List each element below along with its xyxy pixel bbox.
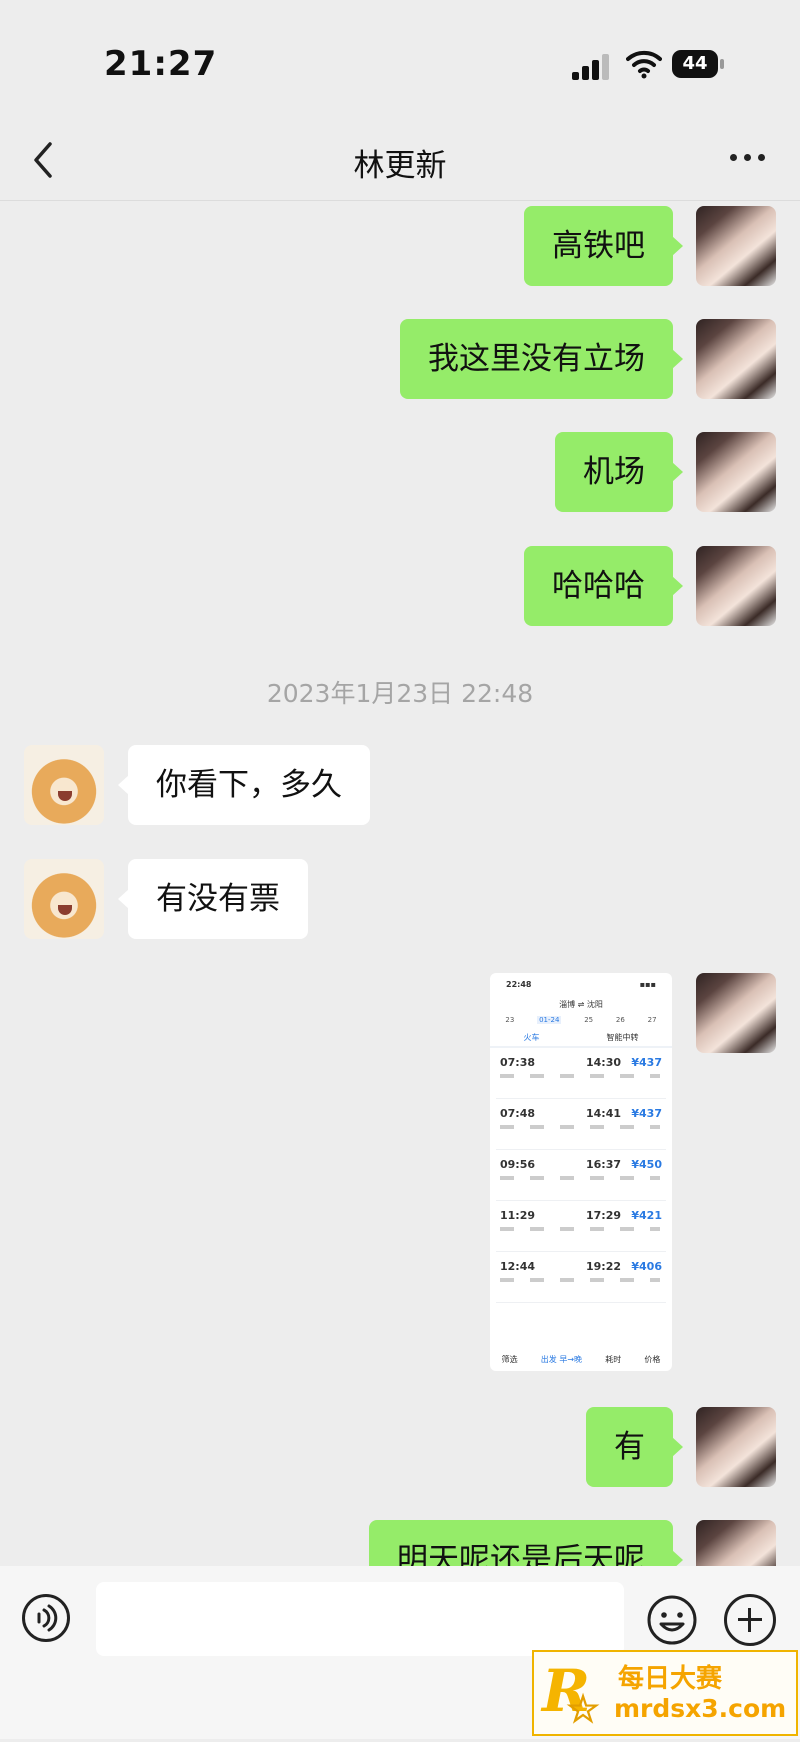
image-message[interactable]: 22:48 ▪▪▪ 淄博 ⇌ 沈阳 23 01-24 25 26 27 火车 智… — [490, 973, 672, 1371]
chat-header: 林更新 — [0, 120, 800, 201]
shot-arrive: 14:30 — [586, 1056, 622, 1069]
shot-tab: 火车 — [523, 1033, 540, 1042]
shot-arrive: 19:22 — [586, 1260, 622, 1273]
avatar[interactable] — [696, 206, 776, 286]
shot-train-row: 11:29 17:29 ¥421 — [496, 1205, 666, 1252]
battery-icon: 44 — [672, 50, 724, 78]
shot-price: ¥437 — [631, 1107, 662, 1120]
status-time: 21:27 — [104, 44, 218, 84]
shot-train-row: 12:44 19:22 ¥406 — [496, 1256, 666, 1303]
message-bubble[interactable]: 哈哈哈 — [524, 546, 683, 626]
shot-train-row: 09:56 16:37 ¥450 — [496, 1154, 666, 1201]
shot-tab: 智能中转 — [606, 1033, 639, 1042]
emoji-icon[interactable] — [646, 1594, 698, 1646]
plus-icon[interactable] — [724, 1594, 776, 1646]
shot-details — [500, 1278, 660, 1282]
avatar[interactable] — [696, 973, 776, 1053]
message-bubble[interactable]: 机场 — [555, 432, 683, 512]
message-bubble[interactable]: 明天呢还是后天呢 — [369, 1520, 683, 1566]
shot-details — [500, 1176, 660, 1180]
shot-date: 25 — [584, 1016, 594, 1024]
status-bar: 21:27 44 — [0, 0, 800, 120]
shot-status-bar: 22:48 ▪▪▪ — [490, 973, 672, 995]
chat-title: 林更新 — [353, 148, 447, 184]
shot-train-row: 07:48 14:41 ¥437 — [496, 1103, 666, 1150]
message-timestamp: 2023年1月23日 22:48 — [266, 679, 534, 708]
shot-bottom-tab: 出发 早→晚 — [540, 1355, 583, 1364]
shot-bottom-bar: 筛选 出发 早→晚 耗时 价格 — [490, 1354, 672, 1365]
wifi-icon — [626, 50, 662, 79]
more-icon[interactable] — [726, 144, 796, 174]
shot-date-strip: 23 01-24 25 26 27 — [490, 1014, 672, 1026]
shot-signal-icon: ▪▪▪ — [639, 979, 656, 989]
shot-price: ¥406 — [631, 1260, 662, 1273]
shot-bottom-tab: 筛选 — [501, 1355, 518, 1364]
watermark-url: mrdsx3.com — [614, 1694, 787, 1723]
message-bubble[interactable]: 你看下，多久 — [118, 745, 370, 825]
shot-date: 01-24 — [537, 1016, 562, 1024]
shot-depart: 07:38 — [500, 1056, 536, 1069]
shot-depart: 12:44 — [500, 1260, 536, 1273]
shot-date: 27 — [647, 1016, 657, 1024]
shot-arrive: 14:41 — [586, 1107, 622, 1120]
signal-icon — [572, 54, 612, 80]
shot-bottom-tab: 价格 — [644, 1355, 661, 1364]
shot-depart: 09:56 — [500, 1158, 536, 1171]
shot-date: 26 — [615, 1016, 625, 1024]
message-bubble[interactable]: 有没有票 — [118, 859, 308, 939]
avatar[interactable] — [696, 432, 776, 512]
shot-tabs: 火车 智能中转 — [490, 1026, 672, 1048]
shot-price: ¥421 — [631, 1209, 662, 1222]
shot-price: ¥437 — [631, 1056, 662, 1069]
shot-depart: 11:29 — [500, 1209, 536, 1222]
message-bubble[interactable]: 我这里没有立场 — [400, 319, 683, 399]
shot-arrive: 17:29 — [586, 1209, 622, 1222]
shot-depart: 07:48 — [500, 1107, 536, 1120]
watermark-r-icon: R — [542, 1658, 600, 1742]
watermark-name: 每日大赛 — [618, 1664, 723, 1694]
shot-time: 22:48 — [506, 979, 532, 989]
shot-details — [500, 1074, 660, 1078]
shot-details — [500, 1227, 660, 1231]
shot-route: 淄博 ⇌ 沈阳 — [559, 1000, 603, 1009]
shot-train-row: 07:38 14:30 ¥437 — [496, 1052, 666, 1099]
shot-price: ¥450 — [631, 1158, 662, 1171]
shot-details — [500, 1125, 660, 1129]
watermark-logo: R 每日大赛 mrdsx3.com — [532, 1650, 798, 1742]
message-list[interactable]: 高铁吧 我这里没有立场 机场 哈哈哈 2023年1月23日 22:48 你看下，… — [0, 201, 800, 1566]
avatar[interactable] — [696, 546, 776, 626]
message-input[interactable] — [96, 1582, 624, 1656]
avatar[interactable] — [24, 745, 104, 825]
shot-bottom-tab: 耗时 — [605, 1355, 622, 1364]
voice-icon[interactable] — [22, 1594, 70, 1642]
avatar[interactable] — [24, 859, 104, 939]
avatar[interactable] — [696, 319, 776, 399]
message-bubble[interactable]: 有 — [586, 1407, 683, 1487]
message-bubble[interactable]: 高铁吧 — [524, 206, 683, 286]
shot-date: 23 — [505, 1016, 515, 1024]
avatar[interactable] — [696, 1407, 776, 1487]
avatar[interactable] — [696, 1520, 776, 1566]
shot-arrive: 16:37 — [586, 1158, 622, 1171]
